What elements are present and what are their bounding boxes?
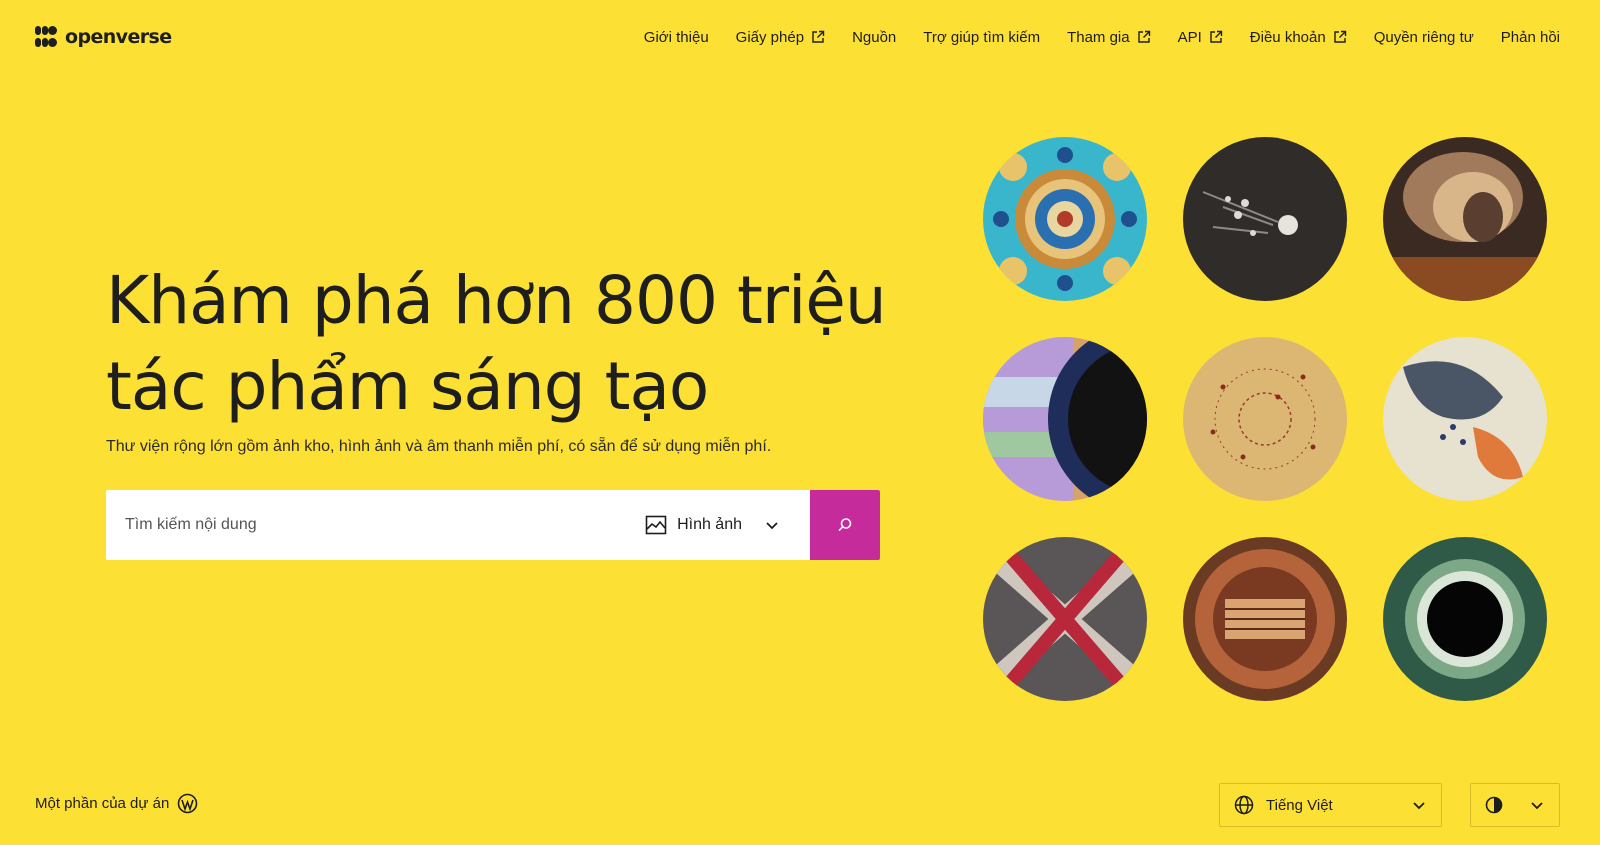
nav-item-feedback[interactable]: Phản hồi [1501,29,1560,46]
nav-label: Quyền riêng tư [1373,28,1474,46]
search-input[interactable] [106,490,634,560]
image-thumbnail [1383,137,1547,301]
openverse-wordmark: openverse [65,26,172,48]
gallery-image-saturn-rings[interactable] [983,337,1147,501]
content-type-label: Hình ảnh [677,516,742,533]
hero-title-line: tác phẩm sáng tạo [106,348,709,425]
image-icon [645,515,667,535]
nav-item-privacy[interactable]: Quyền riêng tư [1374,29,1474,46]
hero-title: Khám phá hơn 800 triệu tác phẩm sáng tạo [106,258,926,430]
image-thumbnail [983,537,1147,701]
globe-icon [1234,795,1254,815]
image-thumbnail [1383,537,1547,701]
nav-item-sources[interactable]: Nguồn [852,29,896,46]
project-text: Một phần của dự án [35,795,170,812]
image-thumbnail [983,337,1147,501]
nav-label: Điều khoản [1249,28,1326,46]
gallery-image-solar-eclipse[interactable] [1383,537,1547,701]
image-thumbnail [983,137,1147,301]
external-link-icon [1210,30,1222,43]
language-select[interactable]: Tiếng Việt [1219,783,1442,827]
site-header: openverse Giới thiệu Giấy phép Nguồn Trợ… [0,0,1600,74]
content-type-select[interactable]: Hình ảnh [633,490,810,560]
gallery-image-comets[interactable] [1183,137,1347,301]
nav-label: Trợ giúp tìm kiếm [923,28,1041,46]
nav-label: Tham gia [1067,28,1130,46]
external-link-icon [1333,30,1346,43]
gallery-image-nebula[interactable] [1383,137,1547,301]
search-bar: Hình ảnh [106,490,880,560]
image-thumbnail [1183,537,1347,701]
gallery-image-ornate-disc[interactable] [1183,537,1347,701]
search-icon [838,518,852,532]
hero-title-line: Khám phá hơn 800 triệu [106,262,887,339]
image-thumbnail [1383,337,1547,501]
openverse-logo[interactable]: openverse [35,26,172,48]
theme-select[interactable] [1470,783,1560,827]
nav-item-search-help[interactable]: Trợ giúp tìm kiếm [923,29,1040,46]
gallery-image-star-map[interactable] [1183,337,1347,501]
search-button[interactable] [810,490,880,560]
nav-item-api[interactable]: API [1178,29,1223,46]
nav-label: Giấy phép [735,28,805,46]
language-select-content: Tiếng Việt [1234,795,1333,815]
nav-label: Phản hồi [1500,28,1560,46]
wordpress-icon[interactable] [177,793,198,814]
nav-item-get-involved[interactable]: Tham gia [1067,29,1151,46]
main-nav: Giới thiệu Giấy phép Nguồn Trợ giúp tìm … [644,29,1560,46]
chevron-down-icon [1413,802,1425,810]
nav-label: API [1177,28,1202,46]
nav-item-licenses[interactable]: Giấy phép [736,29,825,46]
gallery-image-taurus-constellation[interactable] [1383,337,1547,501]
nav-label: Nguồn [852,28,897,46]
external-link-icon [1137,30,1150,43]
external-link-icon [812,30,825,43]
gallery-image-tile-mandala[interactable] [983,137,1147,301]
openverse-logo-icon [35,26,57,48]
image-thumbnail [1183,337,1347,501]
contrast-icon [1485,796,1503,814]
gallery-image-woven-textile[interactable] [983,537,1147,701]
language-label: Tiếng Việt [1266,796,1333,814]
chevron-down-icon [1531,802,1543,810]
footer-project-credit: Một phần của dự án [35,793,198,814]
nav-label: Giới thiệu [643,28,709,46]
nav-item-about[interactable]: Giới thiệu [644,29,709,46]
image-thumbnail [1183,137,1347,301]
hero-subtitle: Thư viện rộng lớn gồm ảnh kho, hình ảnh … [106,438,772,455]
nav-item-terms[interactable]: Điều khoản [1250,29,1347,46]
chevron-down-icon [766,522,778,530]
